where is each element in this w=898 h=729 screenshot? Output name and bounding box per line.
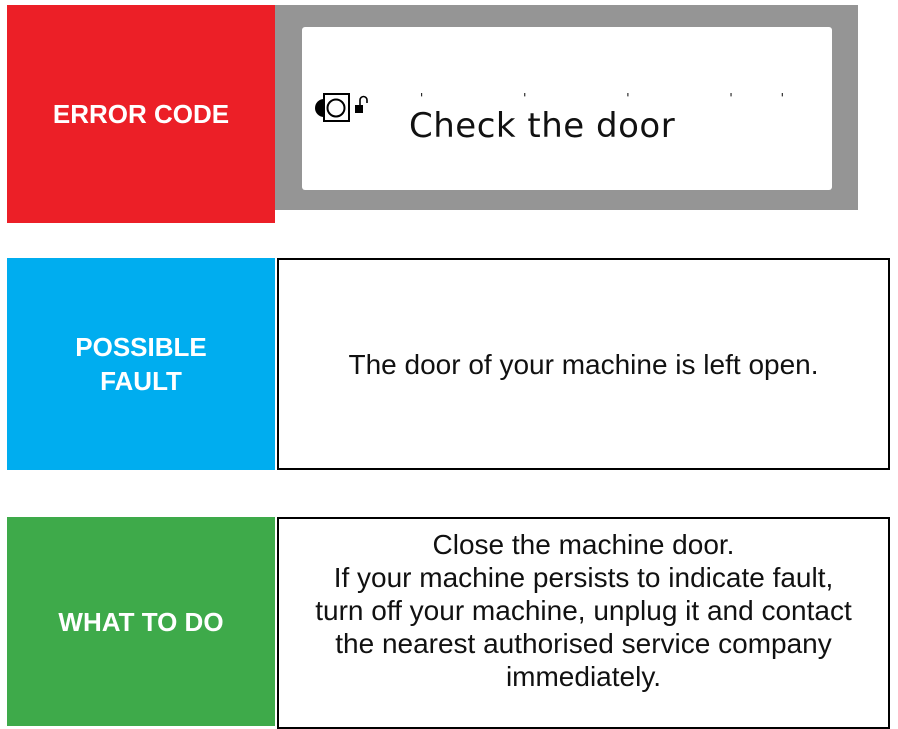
possible-fault-box: The door of your machine is left open.: [277, 258, 890, 470]
instruction-line: immediately.: [505, 661, 662, 692]
what-to-do-box: Close the machine door. If your machine …: [277, 517, 890, 729]
error-display-frame: ' ' ' '' Check the door: [275, 5, 858, 210]
what-to-do-label-text: WHAT TO DO: [58, 606, 224, 637]
what-to-do-label: WHAT TO DO: [7, 517, 275, 726]
display-icons: [315, 93, 368, 122]
error-code-label: ERROR CODE: [7, 5, 275, 223]
display-segment-ghosting: ' ' ' '': [420, 91, 832, 105]
error-display-screen: ' ' ' '' Check the door: [302, 27, 832, 190]
instruction-line: If your machine persists to indicate fau…: [333, 562, 834, 593]
error-code-label-text: ERROR CODE: [52, 99, 230, 129]
instruction-line: the nearest authorised service company: [335, 628, 832, 659]
drum-icon: [315, 93, 350, 122]
error-display-text: Check the door: [409, 106, 676, 146]
possible-fault-label-line1: POSSIBLE: [75, 332, 207, 362]
possible-fault-text: The door of your machine is left open.: [348, 348, 819, 380]
what-to-do-instructions: Close the machine door. If your machine …: [315, 528, 851, 693]
door-lock-icon: [355, 95, 368, 113]
instruction-line: turn off your machine, unplug it and con…: [315, 595, 852, 626]
instruction-line: Close the machine door.: [432, 529, 735, 560]
possible-fault-label-line2: FAULT: [100, 366, 182, 396]
possible-fault-label: POSSIBLE FAULT: [7, 258, 275, 470]
